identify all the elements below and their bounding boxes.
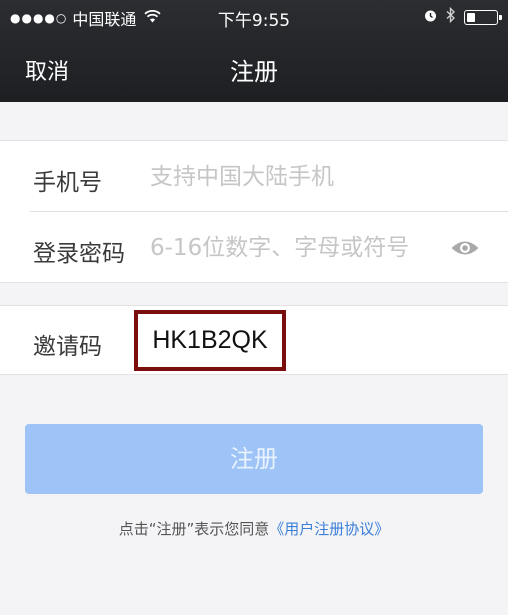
password-row: 登录密码 xyxy=(0,212,508,283)
credentials-group: 手机号 登录密码 xyxy=(0,140,508,283)
battery-icon xyxy=(464,9,502,25)
password-input[interactable] xyxy=(150,232,435,264)
alarm-icon xyxy=(423,8,438,27)
invite-label: 邀请码 xyxy=(33,334,102,360)
phone-input[interactable] xyxy=(150,161,440,193)
eye-icon[interactable] xyxy=(450,238,480,258)
phone-row: 手机号 xyxy=(0,141,508,212)
nav-bar: 取消 注册 xyxy=(0,34,508,102)
agreement-prefix: 点击“注册”表示您同意 xyxy=(118,520,270,538)
page-title: 注册 xyxy=(230,58,278,86)
agreement-text: 点击“注册”表示您同意《用户注册协议》 xyxy=(0,518,508,539)
agreement-link[interactable]: 《用户注册协议》 xyxy=(269,520,389,538)
invite-code-field[interactable]: HK1B2QK xyxy=(134,310,286,371)
phone-label: 手机号 xyxy=(33,170,102,196)
bluetooth-icon xyxy=(446,6,456,27)
header: ●●●●○ 中国联通 下午9:55 取消 注册 xyxy=(0,0,508,102)
status-right xyxy=(423,6,502,27)
register-button[interactable]: 注册 xyxy=(25,424,483,494)
status-bar: ●●●●○ 中国联通 下午9:55 xyxy=(0,0,508,34)
invite-group: 邀请码 HK1B2QK xyxy=(0,305,508,375)
password-label: 登录密码 xyxy=(33,241,125,267)
